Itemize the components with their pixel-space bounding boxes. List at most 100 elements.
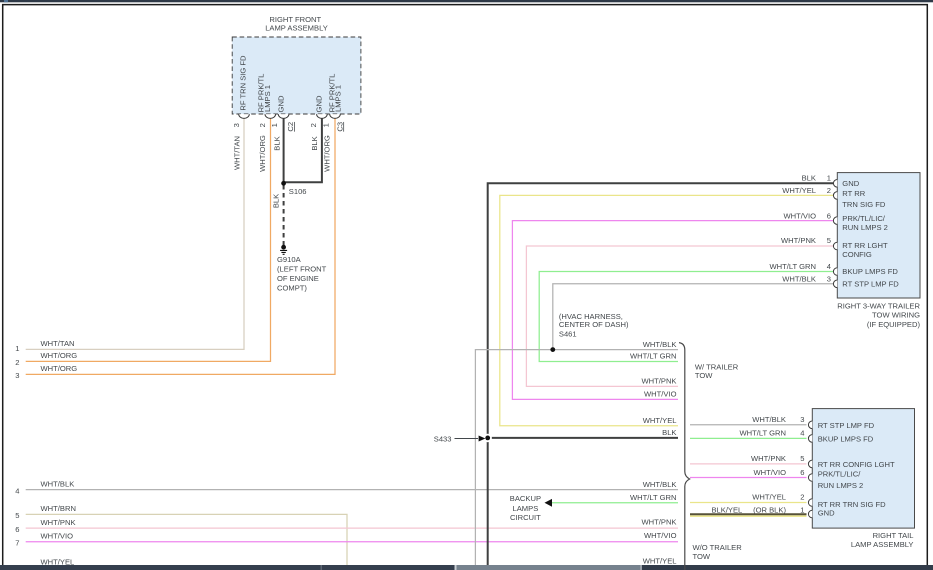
svg-text:RUN LMPS 2: RUN LMPS 2: [842, 223, 888, 232]
svg-text:CENTER OF DASH): CENTER OF DASH): [559, 320, 629, 329]
svg-text:WHT/PNK: WHT/PNK: [641, 377, 676, 386]
svg-text:WHT/BLK: WHT/BLK: [643, 480, 677, 489]
svg-text:5: 5: [15, 511, 19, 520]
svg-text:RT RR TRN SIG FD: RT RR TRN SIG FD: [818, 500, 886, 509]
svg-text:CIRCUIT: CIRCUIT: [510, 513, 541, 522]
svg-text:LMPS 1: LMPS 1: [334, 85, 343, 112]
svg-text:CONFIG: CONFIG: [842, 250, 872, 259]
svg-text:WHT/PNK: WHT/PNK: [751, 454, 786, 463]
svg-text:WHT/YEL: WHT/YEL: [643, 556, 677, 565]
svg-text:WHT/YEL: WHT/YEL: [782, 186, 816, 195]
svg-text:LMPS 1: LMPS 1: [263, 85, 272, 112]
svg-text:WHT/PNK: WHT/PNK: [781, 236, 816, 245]
svg-text:2: 2: [15, 358, 19, 367]
svg-text:S461: S461: [559, 330, 577, 339]
svg-text:1: 1: [15, 344, 19, 353]
svg-text:WHT/LT GRN: WHT/LT GRN: [769, 262, 816, 271]
svg-text:BKUP LMPS FD: BKUP LMPS FD: [842, 267, 898, 276]
svg-text:(OR BLK): (OR BLK): [753, 505, 786, 514]
svg-text:W/O TRAILER: W/O TRAILER: [693, 543, 743, 552]
svg-text:TOW WIRING: TOW WIRING: [872, 310, 920, 319]
svg-text:4: 4: [800, 429, 804, 438]
svg-text:G910A: G910A: [277, 255, 302, 264]
svg-text:6: 6: [827, 211, 831, 220]
svg-text:2: 2: [800, 493, 804, 502]
svg-text:LAMP ASSEMBLY: LAMP ASSEMBLY: [265, 23, 328, 32]
svg-text:BLK: BLK: [662, 428, 676, 437]
svg-text:BLK/YEL: BLK/YEL: [711, 505, 742, 514]
svg-text:WHT/VIO: WHT/VIO: [41, 532, 74, 541]
svg-text:WHT/LT GRN: WHT/LT GRN: [630, 352, 677, 361]
svg-text:C2: C2: [286, 122, 295, 132]
svg-text:GND: GND: [818, 509, 835, 518]
svg-text:WHT/PNK: WHT/PNK: [641, 518, 676, 527]
svg-text:(LEFT FRONT: (LEFT FRONT: [277, 264, 327, 273]
svg-text:WHT/PNK: WHT/PNK: [41, 518, 76, 527]
svg-text:3: 3: [827, 275, 831, 284]
svg-text:PRK/TL/LIC/: PRK/TL/LIC/: [818, 469, 862, 478]
svg-text:LAMP ASSEMBLY: LAMP ASSEMBLY: [851, 540, 914, 549]
svg-text:W/ TRAILER: W/ TRAILER: [695, 362, 739, 371]
svg-text:BLK: BLK: [802, 174, 816, 183]
svg-text:WHT/BLK: WHT/BLK: [752, 415, 786, 424]
svg-text:WHT/VIO: WHT/VIO: [644, 390, 677, 399]
svg-text:WHT/YEL: WHT/YEL: [643, 416, 677, 425]
svg-text:GND: GND: [276, 95, 285, 112]
svg-text:6: 6: [800, 468, 804, 477]
svg-text:WHT/TAN: WHT/TAN: [233, 136, 242, 170]
svg-text:WHT/VIO: WHT/VIO: [644, 531, 677, 540]
svg-text:WHT/ORG: WHT/ORG: [41, 364, 78, 373]
svg-text:WHT/VIO: WHT/VIO: [784, 211, 817, 220]
svg-text:GND: GND: [842, 179, 859, 188]
svg-text:RIGHT 3-WAY TRAILER: RIGHT 3-WAY TRAILER: [837, 302, 920, 311]
svg-text:TRN SIG FD: TRN SIG FD: [842, 200, 886, 209]
svg-text:COMPT): COMPT): [277, 284, 307, 293]
svg-text:S106: S106: [289, 187, 307, 196]
svg-text:C3: C3: [335, 122, 344, 132]
svg-text:1: 1: [827, 174, 831, 183]
svg-text:5: 5: [827, 236, 831, 245]
svg-text:7: 7: [15, 539, 19, 548]
svg-text:BACKUP: BACKUP: [510, 494, 541, 503]
svg-text:3: 3: [15, 371, 19, 380]
svg-text:BLK: BLK: [273, 136, 282, 150]
svg-text:TOW: TOW: [693, 552, 711, 561]
svg-text:WHT/LT GRN: WHT/LT GRN: [630, 493, 677, 502]
svg-text:2: 2: [258, 123, 267, 127]
svg-text:WHT/YEL: WHT/YEL: [752, 493, 786, 502]
svg-text:1: 1: [322, 123, 331, 127]
svg-text:2: 2: [827, 186, 831, 195]
svg-text:1: 1: [270, 123, 279, 127]
svg-text:WHT/ORG: WHT/ORG: [322, 135, 331, 172]
svg-text:WHT/TAN: WHT/TAN: [41, 339, 75, 348]
svg-text:RT RR LGHT: RT RR LGHT: [842, 241, 888, 250]
svg-text:1: 1: [800, 505, 804, 514]
svg-text:2: 2: [309, 123, 318, 127]
svg-text:3: 3: [232, 123, 241, 127]
svg-text:LAMPS: LAMPS: [513, 504, 539, 513]
svg-text:WHT/YEL: WHT/YEL: [41, 557, 75, 566]
svg-text:WHT/ORG: WHT/ORG: [41, 351, 78, 360]
svg-text:WHT/BLK: WHT/BLK: [782, 275, 816, 284]
svg-text:(IF EQUIPPED): (IF EQUIPPED): [867, 320, 921, 329]
svg-text:WHT/BRN: WHT/BRN: [41, 504, 76, 513]
svg-text:RIGHT TAIL: RIGHT TAIL: [873, 531, 914, 540]
svg-text:GND: GND: [315, 95, 324, 112]
svg-text:RT STP LMP FD: RT STP LMP FD: [818, 421, 875, 430]
svg-text:BLK: BLK: [310, 136, 319, 150]
svg-text:WHT/VIO: WHT/VIO: [754, 468, 787, 477]
svg-text:BKUP LMPS FD: BKUP LMPS FD: [818, 435, 874, 444]
svg-text:5: 5: [800, 454, 804, 463]
svg-text:WHT/BLK: WHT/BLK: [41, 479, 75, 488]
svg-text:4: 4: [15, 486, 19, 495]
svg-text:PRK/TL/LIC/: PRK/TL/LIC/: [842, 214, 886, 223]
svg-text:OF ENGINE: OF ENGINE: [277, 274, 319, 283]
svg-text:RF TRN SIG FD: RF TRN SIG FD: [238, 55, 247, 111]
svg-text:WHT/ORG: WHT/ORG: [258, 135, 267, 172]
svg-text:WHT/LT GRN: WHT/LT GRN: [739, 429, 786, 438]
svg-text:RUN LMPS 2: RUN LMPS 2: [818, 481, 864, 490]
svg-text:WHT/BLK: WHT/BLK: [643, 340, 677, 349]
svg-text:RT RR: RT RR: [842, 189, 865, 198]
svg-text:BLK: BLK: [272, 194, 281, 208]
svg-text:6: 6: [15, 525, 19, 534]
